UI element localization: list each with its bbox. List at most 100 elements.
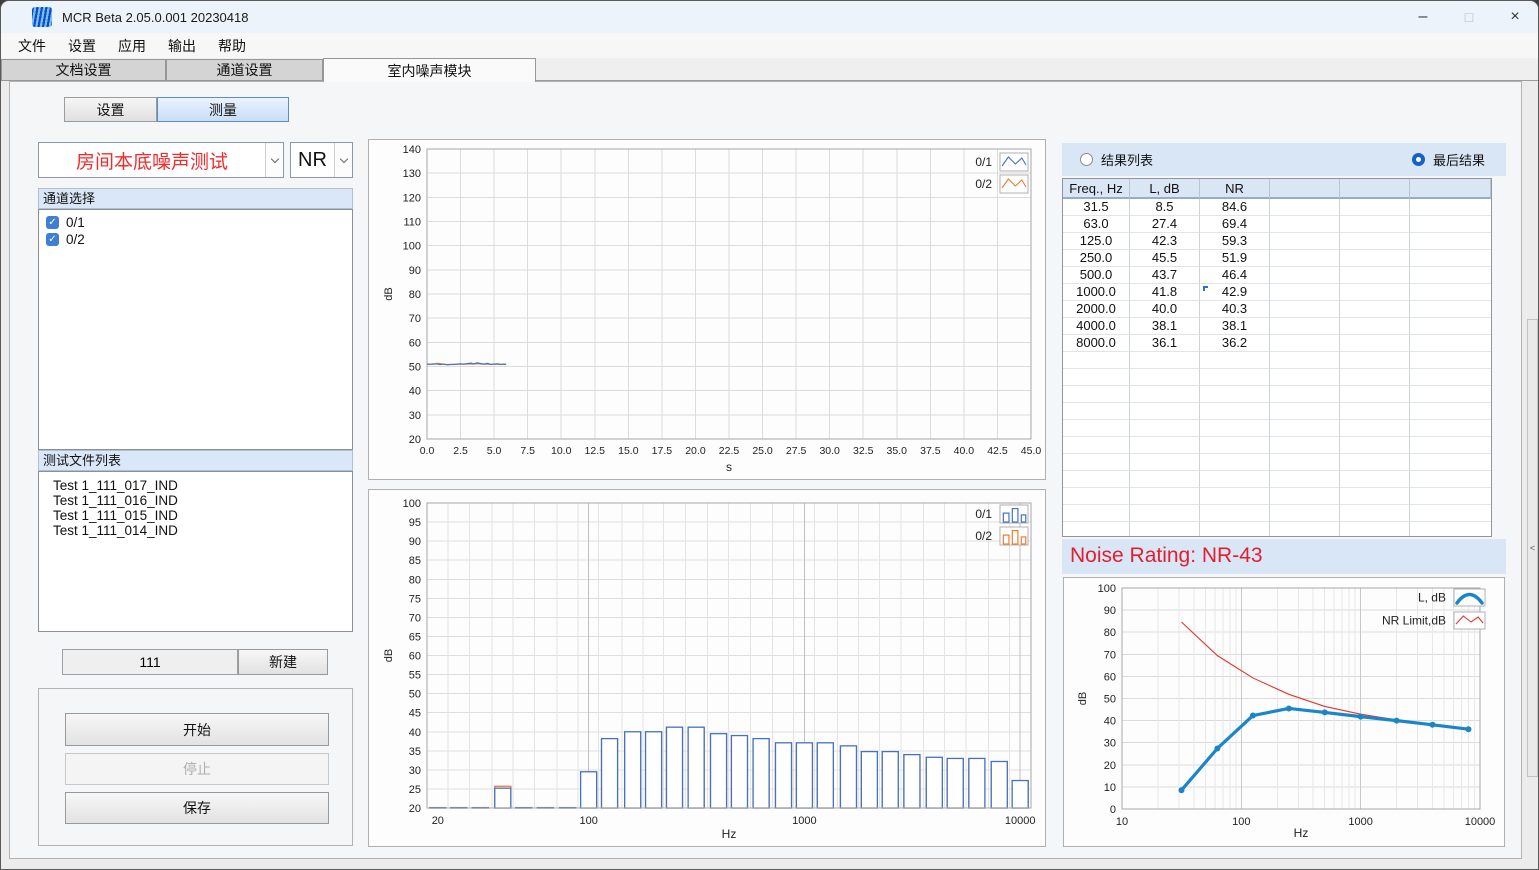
table-cell[interactable]: 51.9 xyxy=(1200,250,1270,267)
table-cell[interactable]: 46.4 xyxy=(1200,267,1270,284)
table-row-1[interactable]: 31.58.584.6 xyxy=(1063,199,1491,216)
table-cell[interactable] xyxy=(1270,233,1340,250)
menu-item-3[interactable]: 应用 xyxy=(107,34,157,58)
maximize-button[interactable]: □ xyxy=(1446,1,1492,33)
table-cell[interactable]: 8000.0 xyxy=(1063,335,1130,352)
test-file-item-3[interactable]: Test 1_111_015_IND xyxy=(39,508,352,523)
table-cell[interactable] xyxy=(1270,267,1340,284)
table-cell[interactable]: 36.1 xyxy=(1130,335,1200,352)
menu-item-1[interactable]: 文件 xyxy=(7,34,57,58)
table-cell[interactable] xyxy=(1270,199,1340,216)
menu-item-5[interactable]: 帮助 xyxy=(207,34,257,58)
table-row-4[interactable]: 250.045.551.9 xyxy=(1063,250,1491,267)
close-button[interactable]: × xyxy=(1492,1,1538,33)
table-cell[interactable] xyxy=(1410,335,1491,352)
channel-item-2[interactable]: 0/2 xyxy=(39,231,352,248)
table-row-5[interactable]: 500.043.746.4 xyxy=(1063,267,1491,284)
table-row-8[interactable]: 4000.038.138.1 xyxy=(1063,318,1491,335)
table-cell[interactable] xyxy=(1270,216,1340,233)
table-cell[interactable] xyxy=(1410,284,1491,301)
test-file-item-4[interactable]: Test 1_111_014_IND xyxy=(39,523,352,538)
table-cell[interactable]: 31.5 xyxy=(1063,199,1130,216)
table-cell[interactable] xyxy=(1270,318,1340,335)
table-cell[interactable]: 42.9 xyxy=(1200,284,1270,301)
test-file-item-2[interactable]: Test 1_111_016_IND xyxy=(39,493,352,508)
table-cell[interactable]: 84.6 xyxy=(1200,199,1270,216)
tab-3[interactable]: 室内噪声模块 xyxy=(323,58,536,82)
subtab-1[interactable]: 设置 xyxy=(64,97,157,122)
table-cell[interactable]: 36.2 xyxy=(1200,335,1270,352)
table-cell[interactable]: 40.3 xyxy=(1200,301,1270,318)
collapse-panel-handle[interactable]: < xyxy=(1530,543,1535,553)
table-cell[interactable]: 69.4 xyxy=(1200,216,1270,233)
table-cell[interactable] xyxy=(1410,267,1491,284)
table-cell[interactable] xyxy=(1410,318,1491,335)
table-cell[interactable] xyxy=(1340,250,1410,267)
file-name-input[interactable] xyxy=(62,649,238,675)
table-cell[interactable] xyxy=(1270,301,1340,318)
table-cell[interactable] xyxy=(1410,250,1491,267)
table-cell[interactable]: 4000.0 xyxy=(1063,318,1130,335)
table-cell[interactable]: 1000.0 xyxy=(1063,284,1130,301)
table-cell[interactable]: 45.5 xyxy=(1130,250,1200,267)
subtab-2[interactable]: 测量 xyxy=(157,97,289,122)
tab-1[interactable]: 文档设置 xyxy=(1,59,166,81)
table-cell[interactable] xyxy=(1340,267,1410,284)
table-cell[interactable]: 8.5 xyxy=(1130,199,1200,216)
table-cell[interactable] xyxy=(1410,199,1491,216)
table-cell[interactable] xyxy=(1270,250,1340,267)
rating-type-dropdown-button[interactable] xyxy=(334,143,352,177)
table-cell[interactable] xyxy=(1410,216,1491,233)
table-cell[interactable] xyxy=(1270,284,1340,301)
table-cell[interactable] xyxy=(1340,301,1410,318)
stop-button[interactable]: 停止 xyxy=(65,753,329,785)
table-cell[interactable]: 63.0 xyxy=(1063,216,1130,233)
table-cell[interactable]: 250.0 xyxy=(1063,250,1130,267)
table-cell[interactable]: 125.0 xyxy=(1063,233,1130,250)
table-cell[interactable] xyxy=(1340,216,1410,233)
table-row-7[interactable]: 2000.040.040.3 xyxy=(1063,301,1491,318)
new-button[interactable]: 新建 xyxy=(238,649,328,675)
table-cell[interactable]: 40.0 xyxy=(1130,301,1200,318)
table-cell[interactable]: 27.4 xyxy=(1130,216,1200,233)
table-cell[interactable]: 38.1 xyxy=(1200,318,1270,335)
tab-2[interactable]: 通道设置 xyxy=(166,59,323,81)
channel-item-1[interactable]: 0/1 xyxy=(39,214,352,231)
table-cell[interactable] xyxy=(1410,233,1491,250)
menu-item-4[interactable]: 输出 xyxy=(157,34,207,58)
checkbox-checked-icon[interactable] xyxy=(46,233,59,246)
table-row-2[interactable]: 63.027.469.4 xyxy=(1063,216,1491,233)
checkbox-checked-icon[interactable] xyxy=(46,216,59,229)
rating-type-combobox[interactable]: NR xyxy=(290,142,353,178)
start-button[interactable]: 开始 xyxy=(65,713,329,746)
table-cell[interactable]: 43.7 xyxy=(1130,267,1200,284)
test-type-dropdown-button[interactable] xyxy=(265,143,283,177)
table-cell[interactable] xyxy=(1340,233,1410,250)
minimize-button[interactable]: – xyxy=(1400,1,1446,33)
last-result-option[interactable]: 最后结果 xyxy=(1412,143,1485,176)
menu-item-2[interactable]: 设置 xyxy=(57,34,107,58)
table-row-9[interactable]: 8000.036.136.2 xyxy=(1063,335,1491,352)
save-button[interactable]: 保存 xyxy=(65,792,329,824)
table-cell[interactable] xyxy=(1270,335,1340,352)
svg-text:L, dB: L, dB xyxy=(1418,591,1446,605)
table-cell[interactable]: 59.3 xyxy=(1200,233,1270,250)
radio-result-list[interactable] xyxy=(1080,153,1093,166)
side-panel-scrollbar[interactable]: < xyxy=(1527,319,1538,777)
test-type-combobox[interactable]: 房间本底噪声测试 xyxy=(38,142,284,178)
table-cell[interactable]: 2000.0 xyxy=(1063,301,1130,318)
table-row-3[interactable]: 125.042.359.3 xyxy=(1063,233,1491,250)
table-row-6[interactable]: 1000.041.842.9 xyxy=(1063,284,1491,301)
radio-last-result[interactable] xyxy=(1412,153,1425,166)
table-cell[interactable] xyxy=(1340,318,1410,335)
table-cell[interactable] xyxy=(1410,301,1491,318)
table-cell[interactable]: 42.3 xyxy=(1130,233,1200,250)
result-list-option[interactable]: 结果列表 xyxy=(1080,143,1153,176)
table-cell[interactable]: 38.1 xyxy=(1130,318,1200,335)
table-cell[interactable]: 41.8 xyxy=(1130,284,1200,301)
table-cell[interactable] xyxy=(1340,199,1410,216)
table-cell[interactable] xyxy=(1340,335,1410,352)
table-cell[interactable] xyxy=(1340,284,1410,301)
test-file-item-1[interactable]: Test 1_111_017_IND xyxy=(39,478,352,493)
table-cell[interactable]: 500.0 xyxy=(1063,267,1130,284)
